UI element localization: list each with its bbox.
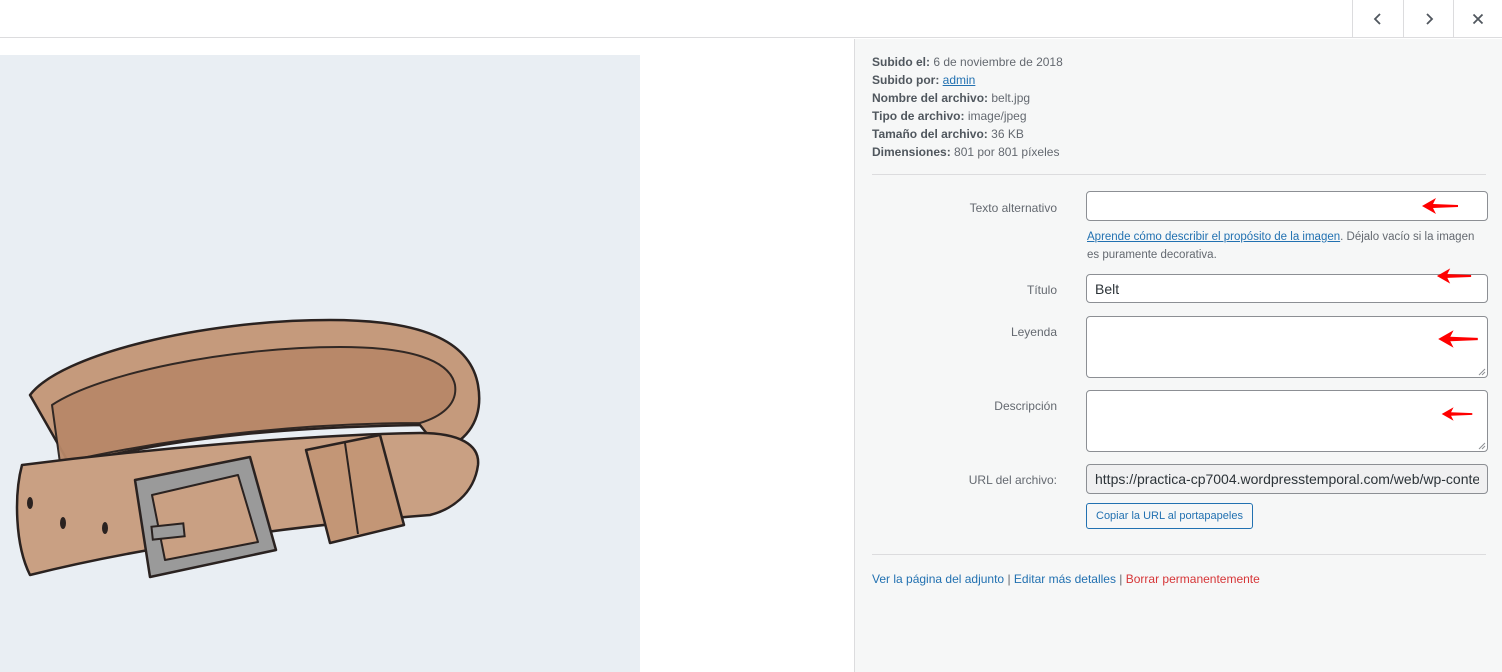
uploaded-by-label: Subido por:	[872, 73, 940, 87]
title-input[interactable]	[1086, 274, 1488, 303]
attachment-details-sidebar: Subido el: 6 de noviembre de 2018 Subido…	[854, 39, 1502, 672]
filetype-row: Tipo de archivo: image/jpeg	[872, 107, 1063, 125]
uploaded-on-label: Subido el:	[872, 55, 930, 69]
previous-button[interactable]	[1352, 0, 1402, 38]
modal-header	[0, 0, 1502, 38]
dimensions-value: 801 por 801 píxeles	[954, 145, 1060, 159]
caption-label: Leyenda	[1010, 325, 1057, 339]
resize-handle-icon[interactable]	[1478, 442, 1486, 450]
delete-permanently-link[interactable]: Borrar permanentemente	[1126, 572, 1260, 586]
filename-value: belt.jpg	[991, 91, 1031, 105]
annotation-arrow-icon	[1422, 198, 1458, 214]
attachment-actions: Ver la página del adjunto | Editar más d…	[872, 572, 1260, 586]
uploaded-by-link[interactable]: admin	[943, 73, 976, 87]
view-attachment-page-link[interactable]: Ver la página del adjunto	[872, 572, 1004, 586]
dimensions-row: Dimensiones: 801 por 801 píxeles	[872, 143, 1063, 161]
uploaded-on-value: 6 de noviembre de 2018	[933, 55, 1063, 69]
filename-row: Nombre del archivo: belt.jpg	[872, 89, 1063, 107]
copy-url-button[interactable]: Copiar la URL al portapapeles	[1086, 503, 1253, 529]
actions-separator: |	[1004, 572, 1014, 586]
divider	[872, 174, 1486, 175]
annotation-arrow-icon	[1436, 268, 1472, 284]
file-info: Subido el: 6 de noviembre de 2018 Subido…	[872, 53, 1063, 161]
next-button[interactable]	[1403, 0, 1453, 38]
chevron-left-icon	[1373, 13, 1381, 25]
filesize-label: Tamaño del archivo:	[872, 127, 988, 141]
filesize-row: Tamaño del archivo: 36 KB	[872, 125, 1063, 143]
uploaded-on-row: Subido el: 6 de noviembre de 2018	[872, 53, 1063, 71]
alt-text-label: Texto alternativo	[969, 201, 1057, 215]
file-url-label: URL del archivo:	[968, 473, 1057, 487]
filename-label: Nombre del archivo:	[872, 91, 989, 105]
close-button[interactable]	[1453, 0, 1502, 38]
chevron-right-icon	[1425, 13, 1433, 25]
divider	[872, 554, 1486, 555]
resize-handle-icon[interactable]	[1478, 368, 1486, 376]
actions-separator: |	[1115, 572, 1126, 586]
annotation-arrow-icon	[1441, 407, 1473, 421]
uploaded-by-row: Subido por: admin	[872, 71, 1063, 89]
annotation-arrow-icon	[1438, 330, 1478, 348]
filesize-value: 36 KB	[991, 127, 1024, 141]
description-textarea[interactable]	[1086, 390, 1488, 452]
alt-text-help: Aprende cómo describir el propósito de l…	[1087, 228, 1487, 264]
caption-textarea[interactable]	[1086, 316, 1488, 378]
title-label: Título	[1026, 283, 1057, 297]
close-icon	[1472, 13, 1484, 25]
description-label: Descripción	[994, 399, 1057, 413]
attachment-image-preview	[0, 55, 640, 672]
alt-text-help-link[interactable]: Aprende cómo describir el propósito de l…	[1087, 231, 1340, 243]
dimensions-label: Dimensiones:	[872, 145, 951, 159]
file-url-input[interactable]	[1086, 464, 1488, 494]
belt-image	[15, 318, 481, 579]
filetype-value: image/jpeg	[967, 109, 1027, 123]
filetype-label: Tipo de archivo:	[872, 109, 965, 123]
edit-more-details-link[interactable]: Editar más detalles	[1014, 572, 1116, 586]
